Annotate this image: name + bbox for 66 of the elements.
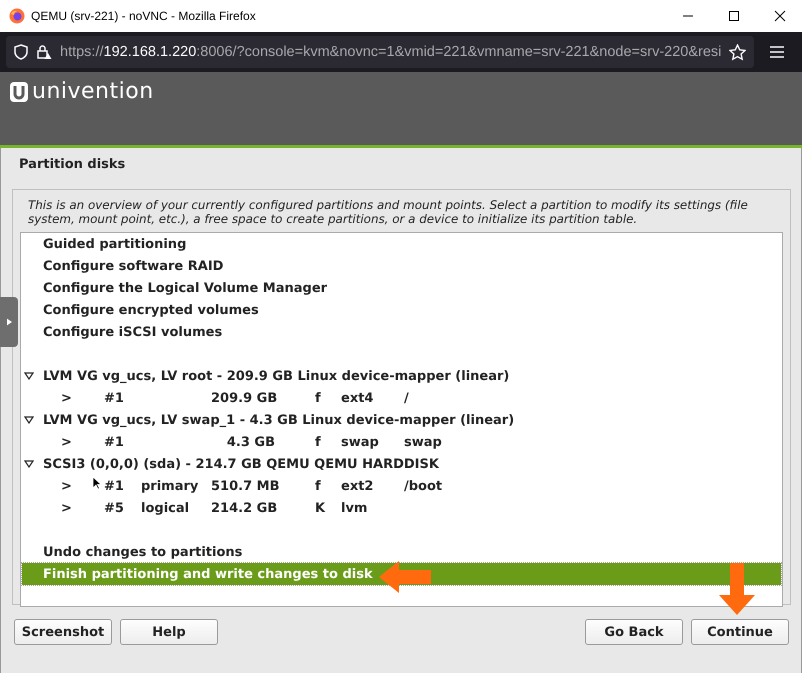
partition-size: 510.7 MB [211,478,280,494]
dialog-button[interactable]: Continue [691,619,789,645]
logo-text: univention [32,82,154,102]
row-marker: > [61,500,72,516]
partition-size: 214.2 GB [211,500,278,516]
shield-icon [14,44,28,60]
lock-warning-icon [36,44,52,60]
device-label: LVM VG vg_ucs, LV root - 209.9 GB Linux device-mapper (linear) [43,368,510,384]
side-panel-tab[interactable] [0,297,18,347]
expand-icon [6,318,12,326]
partition-type: primary [141,478,198,494]
partition-size: 4.3 GB [226,434,275,450]
partition-row[interactable]: > #1 209.9 GB f ext4 / [22,387,781,409]
firefox-icon [9,8,25,24]
partition-number: #1 [104,434,124,450]
menu-item[interactable]: Guided partitioning [22,233,781,255]
filesystem-label: ext4 [341,390,374,406]
partition-row[interactable]: > #1 4.3 GB f swap swap [22,431,781,453]
annotation-arrow [717,561,757,617]
section-title: Partition disks [18,156,126,174]
flag-label: f [315,478,322,494]
mount-point: /boot [404,478,442,494]
device-row[interactable]: LVM VG vg_ucs, LV root - 209.9 GB Linux device-mapper (linear) [22,365,781,387]
cursor-icon [92,476,102,490]
filesystem-label: lvm [341,500,368,516]
close-icon[interactable] [774,10,786,22]
address-field[interactable]: https://192.168.1.220:8006/?console=kvm&novnc=1&vmid=221&vmname=srv-221&node=srv-220&resi [6,36,754,68]
partition-number: #5 [104,500,124,516]
logo-icon [10,82,28,102]
device-row[interactable]: LVM VG vg_ucs, LV swap_1 - 4.3 GB Linux device-mapper (linear) [22,409,781,431]
window-title: QEMU (srv-221) - noVNC - Mozilla Firefox [31,9,256,23]
row-marker: > [61,478,72,494]
description-text: This is an overview of your currently configured partitions and mount points. Select a partition to modify its settings (file system, mount point, etc.), a free space to create partitions, or a device to initialize its partition table. [28,198,749,226]
row-marker: > [61,390,72,406]
menu-item[interactable]: Configure the Logical Volume Manager [22,277,781,299]
partition-number: #1 [104,478,124,494]
star-icon[interactable] [729,44,746,60]
row-marker: > [61,434,72,450]
dialog-button[interactable]: Go Back [585,619,683,645]
device-label: LVM VG vg_ucs, LV swap_1 - 4.3 GB Linux device-mapper (linear) [43,412,514,428]
mount-point: / [404,390,409,406]
device-label: SCSI3 (0,0,0) (sda) - 214.7 GB QEMU QEMU HARDDISK [43,456,439,472]
collapse-triangle-icon[interactable] [24,460,34,468]
collapse-triangle-icon[interactable] [24,372,34,380]
menu-item[interactable]: Configure software RAID [22,255,781,277]
partition-number: #1 [104,390,124,406]
filesystem-label: ext2 [341,478,374,494]
device-row[interactable]: SCSI3 (0,0,0) (sda) - 214.7 GB QEMU QEMU HARDDISK [22,453,781,475]
partition-row[interactable]: > #1 primary 510.7 MB f ext2 /boot [22,475,781,497]
maximize-icon[interactable] [728,10,740,22]
flag-label: f [315,434,322,450]
filesystem-label: swap [341,434,380,450]
mount-point: swap [404,434,442,450]
menu-item[interactable]: Undo changes to partitions [22,541,781,563]
menu-item[interactable]: Configure iSCSI volumes [22,321,781,343]
flag-label: K [315,500,326,516]
flag-label: f [315,390,322,406]
menu-icon[interactable] [770,46,784,58]
partition-size: 209.9 GB [211,390,278,406]
collapse-triangle-icon[interactable] [24,416,34,424]
partition-row[interactable]: > #5 logical 214.2 GB K lvm [22,497,781,519]
dialog-button[interactable]: Help [120,619,218,645]
dialog-button[interactable]: Screenshot [14,619,112,645]
menu-item[interactable]: Configure encrypted volumes [22,299,781,321]
partition-type: logical [141,500,190,516]
annotation-arrow [377,559,433,595]
